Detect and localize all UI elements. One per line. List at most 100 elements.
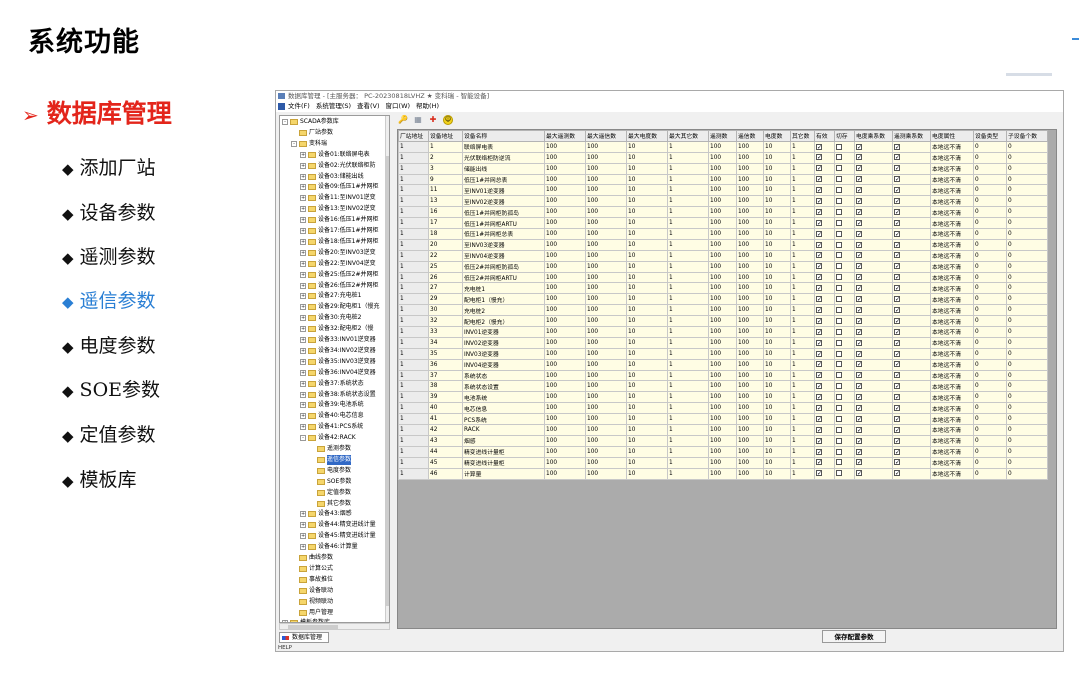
checked-checkbox[interactable]: ✓ (856, 470, 862, 477)
table-cell[interactable]: PCS系统 (462, 413, 545, 426)
table-cell[interactable]: 100 (736, 336, 764, 349)
table-row[interactable]: 1 41 PCS系统 100 100 10 1 100 100 10 1 ✓ ✓ ✓ 本地远不清 0 0 (398, 413, 1048, 426)
table-cell[interactable]: 37 (428, 369, 463, 382)
table-cell[interactable]: 10 (763, 162, 791, 175)
table-cell[interactable]: ✓ (814, 217, 835, 230)
expand-icon[interactable]: + (300, 217, 306, 224)
table-cell[interactable]: 100 (708, 293, 737, 306)
table-cell[interactable]: 10 (626, 358, 668, 371)
table-cell[interactable]: 1 (398, 358, 429, 371)
print-icon[interactable]: ▦ (413, 115, 423, 125)
unchecked-checkbox[interactable] (836, 361, 842, 368)
table-cell[interactable]: 0 (1006, 249, 1048, 262)
table-cell[interactable]: 10 (626, 315, 668, 328)
checked-checkbox[interactable]: ✓ (856, 198, 862, 205)
column-header[interactable]: 电度属性 (930, 130, 974, 142)
tree-node[interactable]: + 设备17:低压1#并网柜 (300, 226, 379, 236)
tree-node[interactable]: 计算公式 (291, 564, 333, 574)
checked-checkbox[interactable]: ✓ (856, 339, 862, 346)
table-row[interactable]: 1 27 充电桩1 100 100 10 1 100 100 10 1 ✓ ✓ ✓ 本地远不清 0 0 (398, 282, 1048, 295)
tree-node[interactable]: + 设备34:INV02逆变器 (300, 346, 376, 356)
checked-checkbox[interactable]: ✓ (816, 470, 822, 477)
table-cell[interactable]: 1 (790, 358, 815, 371)
table-cell[interactable]: 10 (626, 151, 668, 164)
table-cell[interactable]: 100 (585, 347, 627, 360)
checked-checkbox[interactable]: ✓ (816, 404, 822, 411)
table-cell[interactable]: 至INV04逆变器 (462, 249, 545, 262)
column-header[interactable]: 电度数 (763, 130, 791, 142)
table-cell[interactable]: 0 (973, 238, 1007, 251)
table-cell[interactable]: 10 (763, 413, 791, 426)
menu-item[interactable]: 系统管理(S) (316, 102, 351, 110)
table-cell[interactable] (834, 206, 855, 219)
table-cell[interactable]: ✓ (854, 358, 893, 371)
checked-checkbox[interactable]: ✓ (856, 187, 862, 194)
table-cell[interactable]: 100 (585, 424, 627, 436)
checked-checkbox[interactable]: ✓ (856, 350, 862, 357)
table-cell[interactable]: 100 (585, 413, 627, 426)
table-cell[interactable]: 100 (736, 293, 764, 306)
expand-icon[interactable]: + (300, 162, 306, 169)
table-cell[interactable]: 光伏联络柜防逆流 (462, 151, 545, 164)
table-cell[interactable]: 0 (1006, 336, 1048, 349)
table-cell[interactable]: ✓ (854, 380, 893, 393)
tree-node[interactable]: + 设备09:低压1#并网柜 (300, 182, 379, 192)
table-cell[interactable]: ✓ (892, 228, 931, 240)
table-cell[interactable]: 10 (626, 304, 668, 317)
checked-checkbox[interactable]: ✓ (856, 165, 862, 172)
table-cell[interactable]: ✓ (892, 358, 931, 371)
table-cell[interactable]: 充电桩2 (462, 304, 545, 317)
tree-node[interactable]: - SCADA参数库 (282, 117, 339, 127)
checked-checkbox[interactable]: ✓ (816, 230, 822, 237)
table-cell[interactable]: 本地远不清 (930, 424, 974, 436)
table-cell[interactable] (834, 260, 855, 273)
table-cell[interactable]: ✓ (814, 315, 835, 328)
table-cell[interactable]: INV04逆变器 (462, 358, 545, 371)
table-cell[interactable]: 100 (708, 217, 737, 230)
table-cell[interactable]: 10 (626, 249, 668, 262)
expand-icon[interactable]: + (300, 238, 306, 245)
table-cell[interactable]: 充电桩1 (462, 282, 545, 295)
checked-checkbox[interactable]: ✓ (816, 383, 822, 390)
table-cell[interactable]: 100 (708, 445, 737, 458)
checked-checkbox[interactable]: ✓ (816, 154, 822, 161)
unchecked-checkbox[interactable] (836, 241, 842, 248)
table-cell[interactable]: 系统状态设置 (462, 380, 545, 393)
table-cell[interactable]: 至INV02逆变器 (462, 195, 545, 208)
table-cell[interactable]: 10 (763, 238, 791, 251)
table-cell[interactable]: 10 (763, 336, 791, 349)
table-cell[interactable]: ✓ (814, 304, 835, 317)
tree-node[interactable]: SOE参数 (309, 477, 351, 487)
table-cell[interactable]: 1 (667, 238, 709, 251)
checked-checkbox[interactable]: ✓ (894, 296, 900, 303)
table-cell[interactable]: 10 (763, 140, 791, 153)
table-cell[interactable]: 100 (736, 456, 764, 469)
checked-checkbox[interactable]: ✓ (894, 198, 900, 205)
checked-checkbox[interactable]: ✓ (816, 350, 822, 357)
table-cell[interactable]: 1 (398, 467, 429, 480)
table-cell[interactable]: 100 (544, 445, 586, 458)
table-cell[interactable]: 10 (763, 445, 791, 458)
table-cell[interactable]: 100 (708, 424, 737, 436)
tree-node[interactable]: 电度参数 (309, 466, 351, 476)
table-cell[interactable]: 10 (626, 195, 668, 208)
table-cell[interactable]: 0 (973, 402, 1007, 415)
table-cell[interactable]: 本地远不清 (930, 151, 974, 164)
table-cell[interactable]: 100 (544, 195, 586, 208)
table-cell[interactable]: ✓ (892, 206, 931, 219)
table-cell[interactable]: 本地远不清 (930, 293, 974, 306)
table-cell[interactable]: 0 (973, 380, 1007, 393)
table-cell[interactable]: 0 (1006, 304, 1048, 317)
checked-checkbox[interactable]: ✓ (856, 361, 862, 368)
table-cell[interactable]: 100 (585, 336, 627, 349)
table-cell[interactable]: ✓ (892, 282, 931, 295)
table-row[interactable]: 1 34 INV02逆变器 100 100 10 1 100 100 10 1 ✓ ✓ ✓ 本地远不清 0 0 (398, 336, 1048, 349)
table-cell[interactable]: 100 (708, 413, 737, 426)
table-cell[interactable]: 1 (398, 434, 429, 447)
checked-checkbox[interactable]: ✓ (894, 285, 900, 292)
table-cell[interactable]: ✓ (814, 424, 835, 436)
table-cell[interactable]: 100 (585, 140, 627, 153)
table-cell[interactable]: ✓ (814, 293, 835, 306)
column-header[interactable]: 设备地址 (428, 130, 463, 142)
table-cell[interactable]: 10 (626, 424, 668, 436)
